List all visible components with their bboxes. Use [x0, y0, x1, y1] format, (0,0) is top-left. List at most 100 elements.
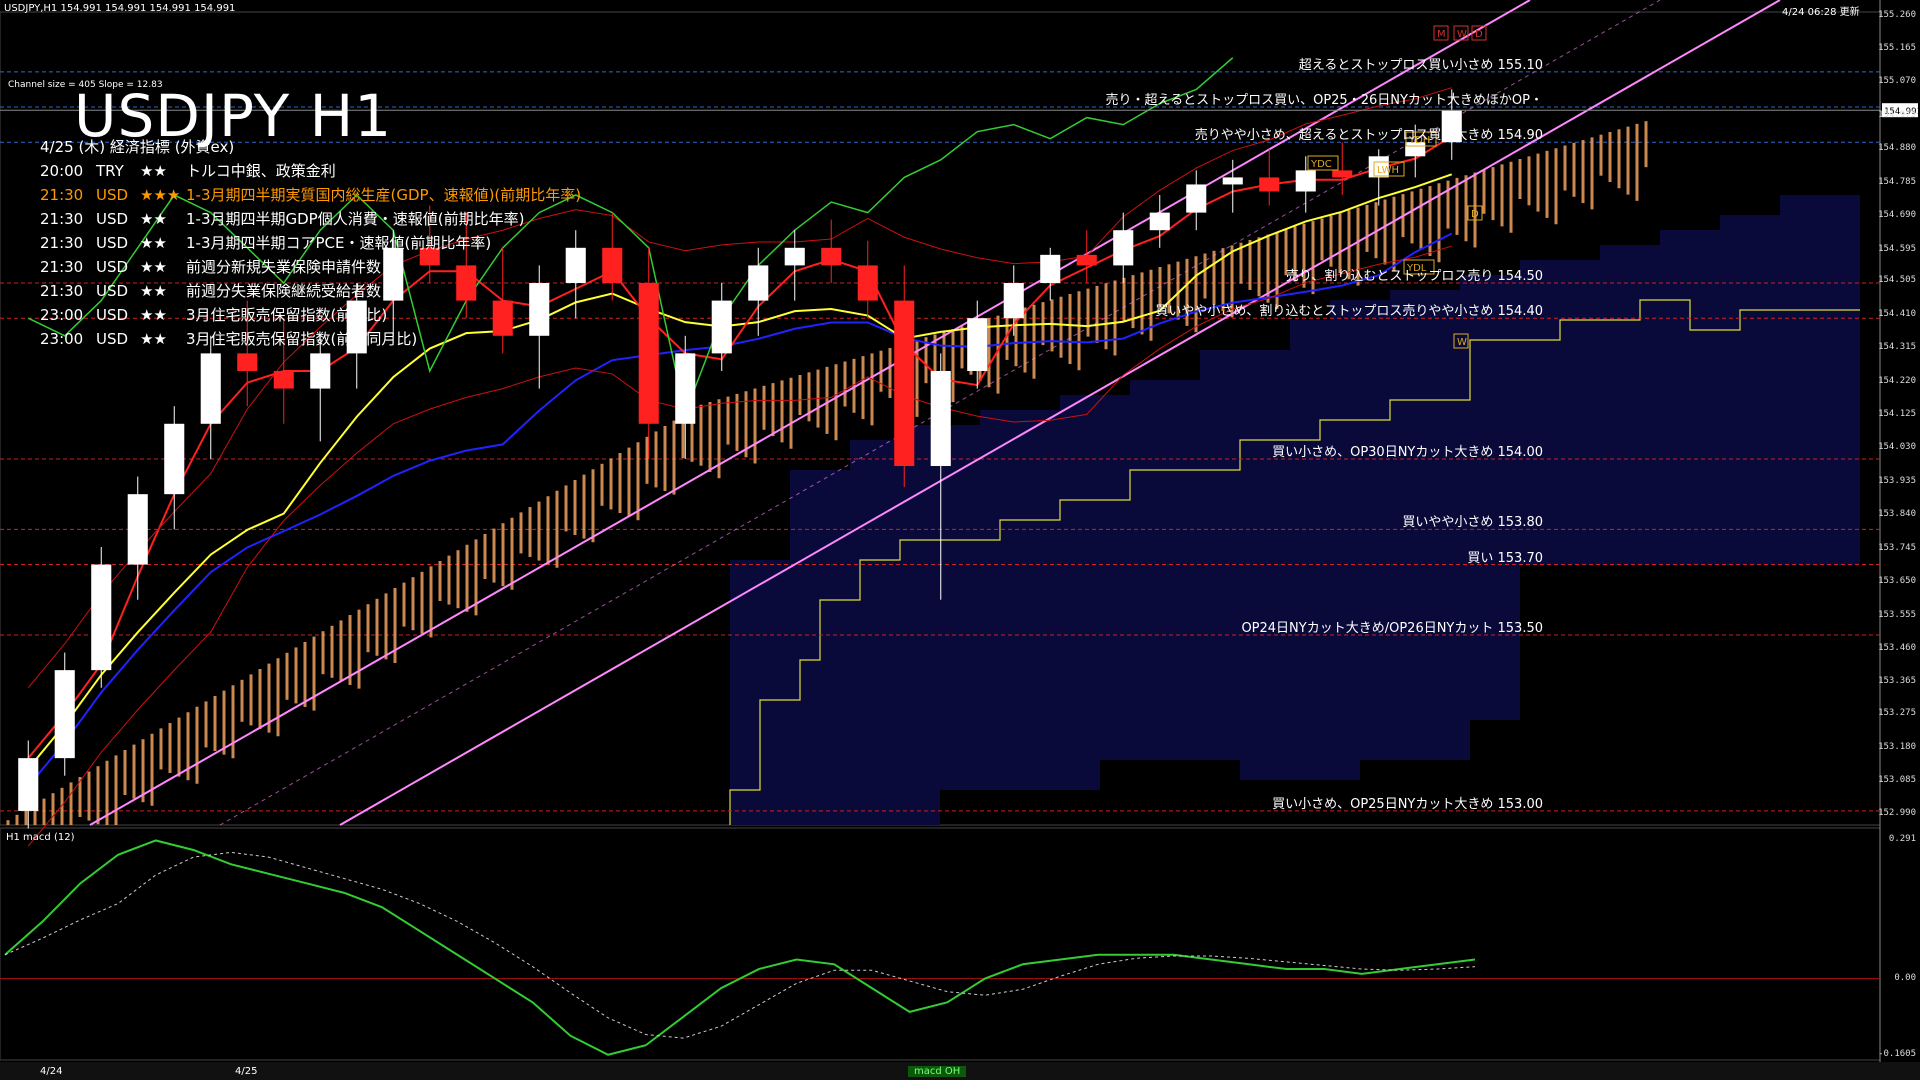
price-tick: 155.260 [1878, 9, 1916, 20]
price-tick: 153.935 [1878, 475, 1916, 486]
price-tick: 153.745 [1878, 542, 1916, 553]
indicator-label: H1 macd (12) [6, 832, 75, 843]
candle-body [894, 300, 915, 467]
candle-body [164, 423, 185, 495]
calendar-event-name: 3月住宅販売保留指数(前年同月比) [186, 330, 418, 348]
candle-body [91, 564, 112, 671]
candle-body [638, 283, 659, 424]
price-tick: 154.125 [1878, 408, 1916, 419]
calendar-event: 23:00 USD ★★ 3月住宅販売保留指数(前月比) [40, 304, 387, 325]
macd-line [4, 839, 1476, 1056]
calendar-event: 21:30 USD ★★★ 1-3月期四半期実質国内総生産(GDP、速報値)(前期比年… [40, 184, 581, 205]
calendar-event-name: トルコ中銀、政策金利 [186, 162, 336, 180]
calendar-event-name: 前週分失業保険継続受給者数 [186, 282, 382, 300]
candle-body [1040, 254, 1061, 283]
calendar-event-time: 21:30 [40, 234, 84, 252]
calendar-event-ccy: USD [96, 234, 129, 252]
level-annotation: 売り、割り込むとストップロス売り 154.50 [1285, 269, 1543, 284]
candle-body [675, 353, 696, 424]
price-tick: 153.555 [1878, 609, 1916, 620]
calendar-event-stars: ★★ [140, 258, 167, 276]
candle-body [1113, 230, 1134, 266]
calendar-date: 4/25 (木) 経済指標 (外資ex) [40, 138, 235, 156]
price-tick: 154.410 [1878, 308, 1916, 319]
update-timestamp: 4/24 06:28 更新 [1782, 7, 1860, 18]
candle-body [18, 758, 39, 811]
time-label-4-25: 4/25 [235, 1066, 258, 1077]
candle-body [200, 353, 221, 424]
candle-body [1332, 170, 1353, 178]
price-tick: 153.365 [1878, 676, 1916, 687]
price-tick: 153.275 [1878, 708, 1916, 719]
calendar-event-ccy: USD [96, 258, 129, 276]
price-tick: 154.315 [1878, 342, 1916, 353]
candle-body [711, 300, 732, 354]
candle-body [967, 318, 988, 371]
macd-tick: 0.291 [1888, 834, 1916, 844]
level-annotation: OP24日NYカット大きめ/OP26日NYカット 153.50 [1241, 620, 1543, 636]
calendar-event: 21:30 USD ★★ 1-3月期四半期コアPCE・速報値(前期比年率) [40, 232, 491, 253]
calendar-event-stars: ★★ [140, 306, 167, 324]
calendar-event: 20:00 TRY ★★ トルコ中銀、政策金利 [40, 160, 336, 181]
level-annotation: 売り・超えるとストップロス買い、OP25・26日NYカット大きめほかOP・ [1105, 93, 1543, 109]
price-tick: 155.070 [1878, 76, 1916, 87]
candle-body [930, 370, 951, 467]
marker-label-8: D [1475, 29, 1483, 40]
ichimoku-cloud-lower [730, 195, 1860, 825]
marker-label-7: W [1457, 29, 1467, 40]
candle-body [565, 247, 586, 283]
candle-body [784, 247, 805, 266]
candle-body [529, 283, 550, 336]
price-tick: 154.690 [1878, 210, 1916, 221]
macd-signal [4, 851, 1476, 1039]
price-tick: 153.840 [1878, 509, 1916, 520]
calendar-event-name: 3月住宅販売保留指数(前月比) [186, 306, 388, 324]
candle-body [127, 494, 148, 565]
price-tick: 154.975 [1878, 109, 1916, 120]
price-tick: 154.595 [1878, 243, 1916, 254]
calendar-event-ccy: USD [96, 330, 129, 348]
indicator-tab[interactable]: macd OH [908, 1066, 967, 1077]
macd-tick: -0.1605 [1878, 1049, 1916, 1059]
candle-body [821, 247, 842, 266]
calendar-event-name: 1-3月期四半期コアPCE・速報値(前期比年率) [186, 234, 492, 252]
calendar-event-stars: ★★★ [140, 186, 181, 204]
price-tick: 154.505 [1878, 275, 1916, 286]
price-tick: 153.650 [1878, 576, 1916, 587]
candle-body [1186, 184, 1207, 213]
calendar-event-time: 23:00 [40, 306, 84, 324]
calendar-event-time: 21:30 [40, 210, 84, 228]
candle-body [383, 247, 404, 301]
level-annotation: 買いやや小さめ、割り込むとストップロス売りやや小さめ 154.40 [1155, 304, 1543, 320]
candle-body [54, 670, 75, 759]
level-annotation: 超えるとストップロス買い小さめ 155.10 [1298, 57, 1543, 73]
calendar-event-ccy: USD [96, 282, 129, 300]
calendar-event-stars: ★★ [140, 282, 167, 300]
level-annotation: 買い小さめ、OP30日NYカット大きめ 154.00 [1272, 444, 1543, 460]
macd-tick: 0.00 [1894, 972, 1916, 983]
price-tick: 154.880 [1878, 143, 1916, 154]
candle-body [1222, 177, 1243, 185]
level-annotation: 売りやや小さめ、超えるとストップロス買い大きめ 154.90 [1194, 128, 1543, 144]
calendar-event-time: 21:30 [40, 258, 84, 276]
calendar-event-ccy: USD [96, 186, 129, 204]
level-annotation: 買いやや小さめ 153.80 [1402, 515, 1543, 531]
level-annotation: 買い小さめ、OP25日NYカット大きめ 153.00 [1272, 796, 1543, 812]
calendar-event-stars: ★★ [140, 162, 167, 180]
calendar-event-time: 21:30 [40, 282, 84, 300]
calendar-event-stars: ★★ [140, 330, 167, 348]
candle-body [237, 353, 258, 371]
calendar-event-ccy: TRY [96, 162, 124, 180]
price-tick: 153.085 [1878, 775, 1916, 785]
candle-body [1076, 254, 1097, 266]
calendar-event-ccy: USD [96, 210, 129, 228]
candle-body [492, 300, 513, 336]
chart-window[interactable]: 154.991 YDC LWH YDH YDL D W M W D USDJPY,H1 154.9… [0, 0, 1920, 1080]
calendar-event-stars: ★★ [140, 210, 167, 228]
candle-body [748, 265, 769, 301]
price-tick: 155.165 [1878, 42, 1916, 53]
candle-body [1295, 170, 1316, 192]
price-tick: 152.990 [1878, 808, 1916, 819]
marker-label-0: YDC [1310, 159, 1332, 170]
candle-body [1149, 212, 1170, 231]
